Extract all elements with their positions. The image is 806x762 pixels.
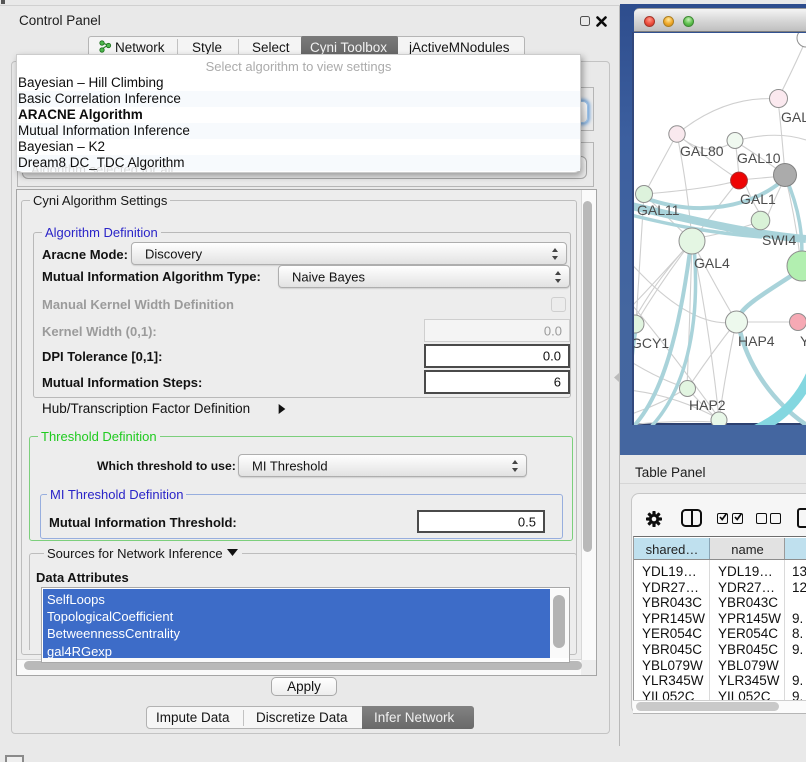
svg-text:GCY1: GCY1 <box>634 335 669 351</box>
svg-text:GAL11: GAL11 <box>637 202 680 218</box>
svg-text:HAP4: HAP4 <box>738 333 775 349</box>
svg-text:SWI4: SWI4 <box>762 232 796 248</box>
svg-text:GAL1: GAL1 <box>740 191 776 207</box>
svg-text:GAL7: GAL7 <box>781 109 806 125</box>
svg-text:GAL10: GAL10 <box>737 150 781 166</box>
svg-text:HAP2: HAP2 <box>689 397 726 413</box>
svg-text:GAL4: GAL4 <box>694 255 730 271</box>
svg-text:GAL80: GAL80 <box>680 143 724 159</box>
svg-text:Y: Y <box>800 333 806 349</box>
